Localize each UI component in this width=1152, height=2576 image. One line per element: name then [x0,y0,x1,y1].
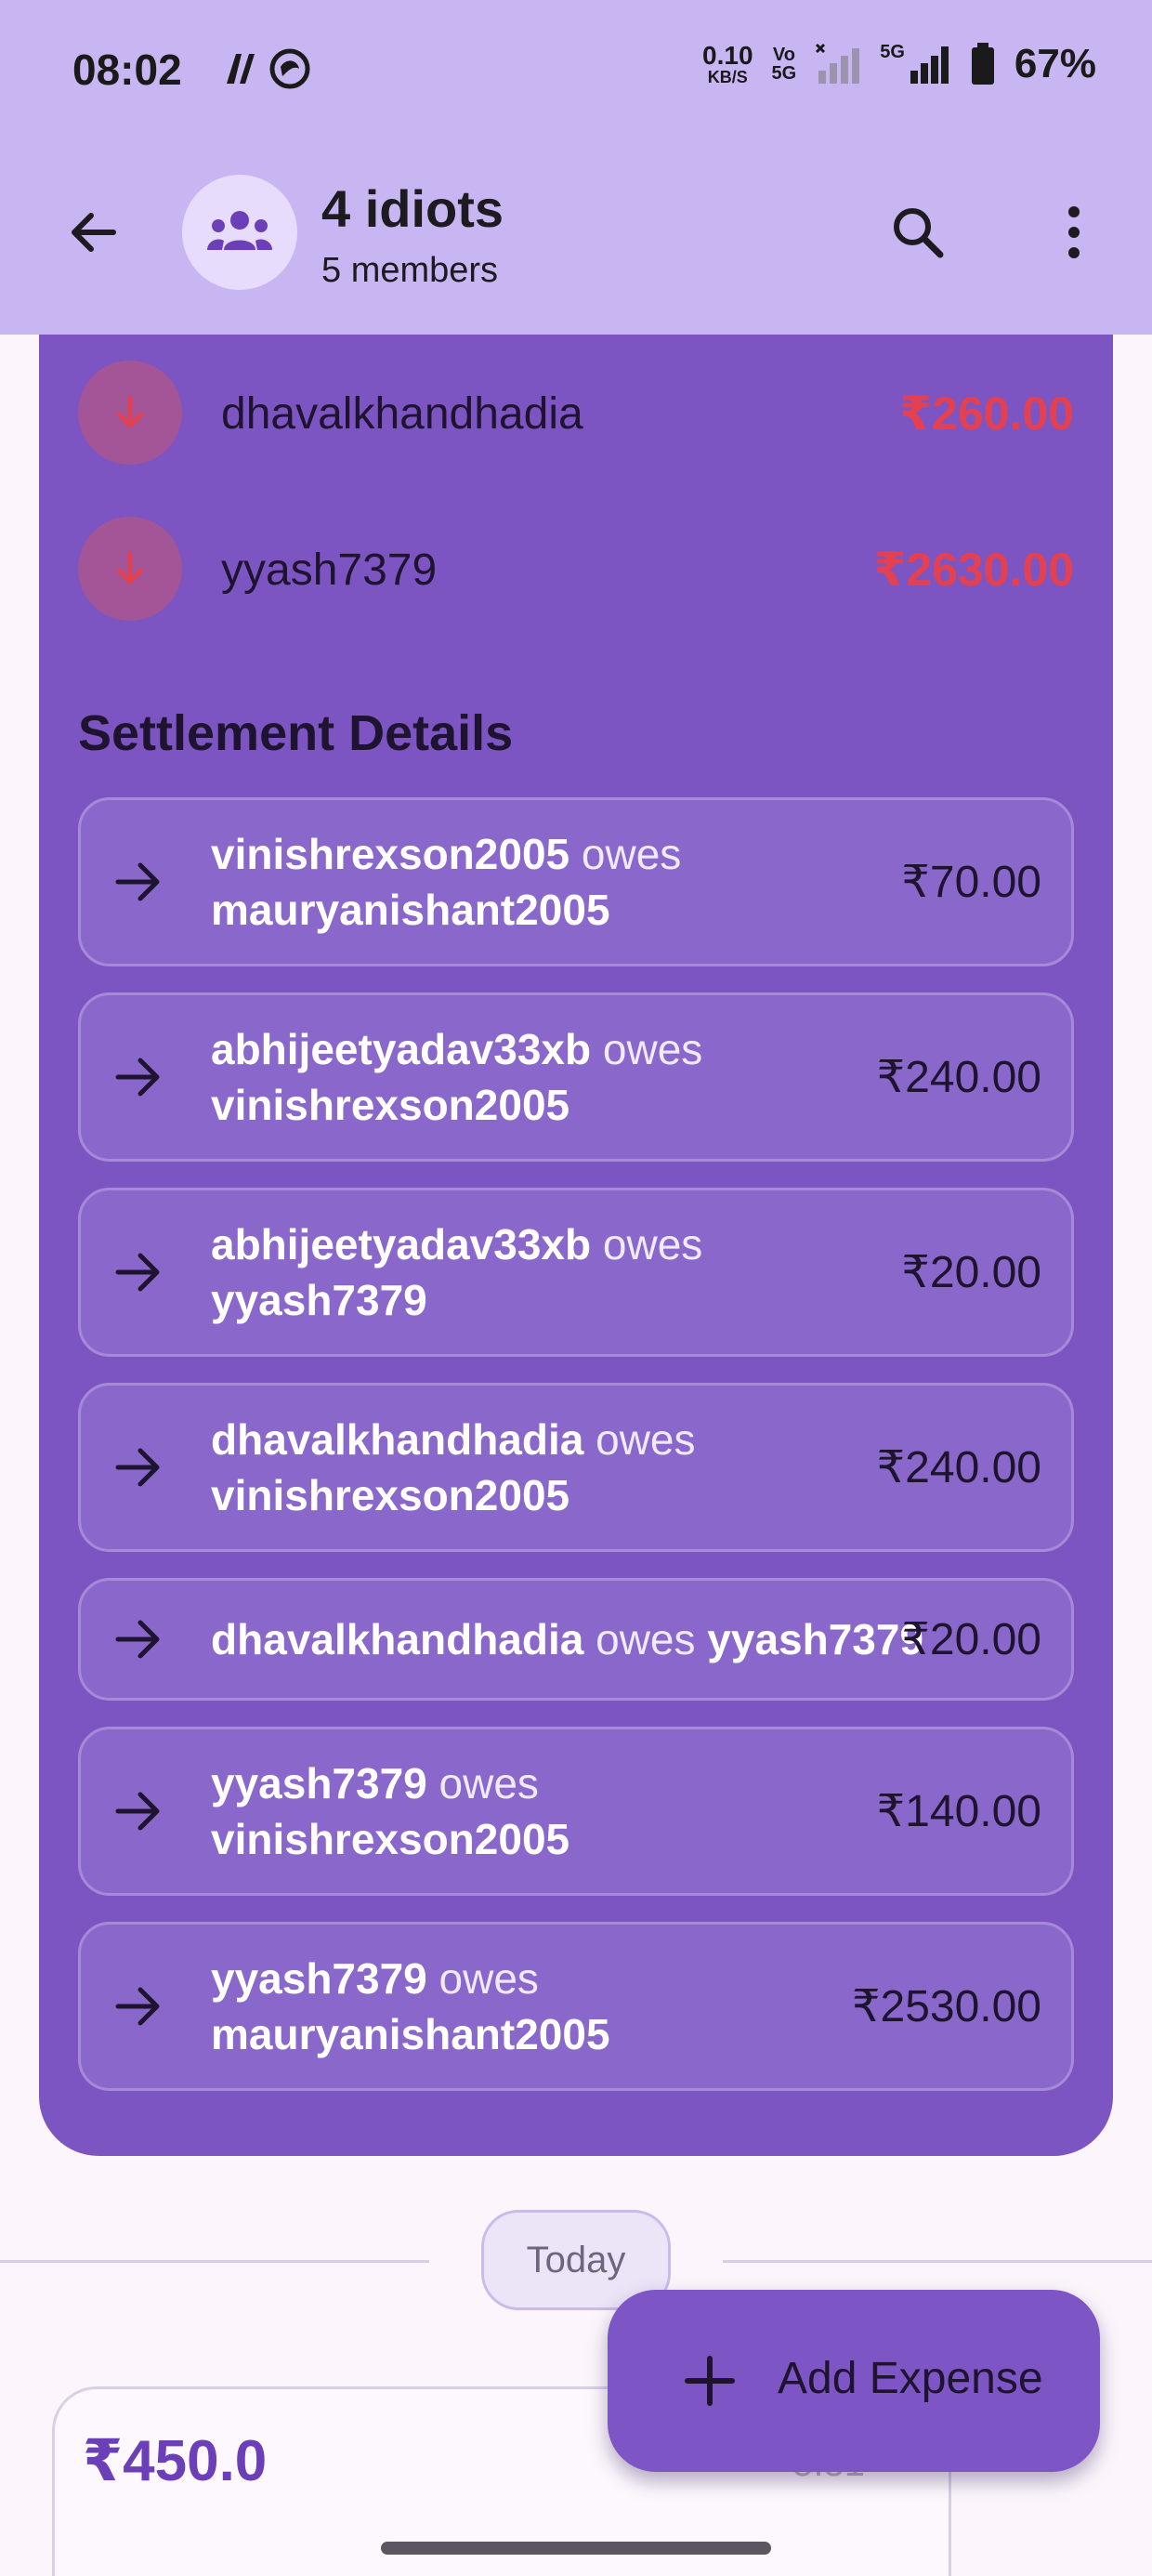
debtor-name: yyash7379 [211,1759,427,1807]
member-name: dhavalkhandhadia [221,389,583,439]
add-expense-label: Add Expense [778,2354,1043,2403]
signal-strong-icon [910,46,949,84]
owes-label: owes [439,1759,539,1807]
settlement-amount: ₹20.00 [901,1615,1041,1664]
owes-label: owes [602,1025,703,1073]
status-time: 08:02 [72,46,182,94]
arrow-forward-icon [115,1058,160,1097]
settlement-text: abhijeetyadav33xb owes yyash7379 [211,1216,917,1328]
plus-icon [685,2356,735,2406]
creditor-name: vinishrexson2005 [211,1471,570,1519]
arrow-forward-icon [115,1620,160,1659]
back-button[interactable] [56,195,130,269]
status-indicators: 0.10 KB/S Vo 5G 5G 67% [702,41,1096,87]
owes-label: owes [439,1954,539,2003]
battery-icon [971,43,994,85]
settlement-text: yyash7379 owes vinishrexson2005 [211,1755,917,1867]
gesture-navigation-bar[interactable] [381,2542,771,2555]
battery-percent: 67% [1014,41,1096,86]
group-icon [207,211,272,250]
owes-label: owes [581,830,682,878]
balance-row: yyash7379 ₹2630.00 [39,513,1113,624]
settlement-item[interactable]: abhijeetyadav33xb owes vinishrexson2005 … [78,992,1074,1162]
settlement-amount: ₹240.00 [876,1443,1041,1492]
creditor-name: yyash7379 [707,1615,924,1663]
balances-card: dhavalkhandhadia ₹260.00 yyash7379 ₹2630… [39,279,1113,2156]
arrow-forward-icon [115,1253,160,1292]
more-vert-icon [1068,206,1080,258]
settlement-text: vinishrexson2005 owes mauryanishant2005 [211,826,917,938]
debtor-name: abhijeetyadav33xb [211,1220,592,1268]
owes-label: owes [596,1415,696,1464]
member-balance: ₹260.00 [899,388,1074,440]
settlement-text: yyash7379 owes mauryanishant2005 [211,1951,917,2062]
settlement-item[interactable]: dhavalkhandhadia owes yyash7379 ₹20.00 [78,1578,1074,1701]
settlement-details-title: Settlement Details [78,705,514,761]
settlement-item[interactable]: abhijeetyadav33xb owes yyash7379 ₹20.00 [78,1188,1074,1357]
settlement-amount: ₹2530.00 [851,1982,1041,2031]
nfc-icon [227,54,255,84]
debtor-name: dhavalkhandhadia [211,1415,584,1464]
member-balance: ₹2630.00 [873,544,1074,596]
settlement-text: dhavalkhandhadia owes yyash7379 [211,1611,954,1667]
settlement-item[interactable]: yyash7379 owes vinishrexson2005 ₹140.00 [78,1727,1074,1896]
divider-line-left [0,2260,429,2263]
expense-amount: ₹450.0 [83,2429,268,2493]
arrow-back-icon [72,213,116,252]
arrow-down-icon [116,551,144,585]
net-speed: 0.10 KB/S [702,41,753,86]
group-avatar[interactable] [182,175,297,290]
creditor-name: mauryanishant2005 [211,2010,610,2058]
debtor-name: abhijeetyadav33xb [211,1025,592,1073]
debtor-name: vinishrexson2005 [211,830,570,878]
search-icon [894,208,944,258]
creditor-name: yyash7379 [211,1276,427,1324]
creditor-name: mauryanishant2005 [211,886,610,934]
settlement-item[interactable]: yyash7379 owes mauryanishant2005 ₹2530.0… [78,1922,1074,2091]
member-name: yyash7379 [221,545,438,595]
owes-label: owes [602,1220,703,1268]
arrow-down-icon [116,395,144,428]
more-options-button[interactable] [1037,195,1111,269]
settlement-text: dhavalkhandhadia owes vinishrexson2005 [211,1412,917,1523]
arrow-forward-icon [115,1792,160,1831]
creditor-name: vinishrexson2005 [211,1081,570,1129]
arrow-forward-icon [115,862,160,901]
debtor-name: dhavalkhandhadia [211,1615,584,1663]
settlement-item[interactable]: vinishrexson2005 owes mauryanishant2005 … [78,797,1074,966]
divider-line-right [723,2260,1152,2263]
arrow-forward-icon [115,1987,160,2026]
owes-indicator [78,517,182,621]
signal-5g-indicator: 5G [880,43,951,85]
search-button[interactable] [881,195,955,269]
owes-indicator [78,361,182,465]
creditor-name: vinishrexson2005 [211,1815,570,1863]
group-title[interactable]: 4 idiots [321,178,504,239]
volte-indicator: Vo 5G [771,45,797,84]
settlement-amount: ₹140.00 [876,1787,1041,1836]
balance-row: dhavalkhandhadia ₹260.00 [39,357,1113,468]
settlement-amount: ₹20.00 [901,1248,1041,1297]
settlement-amount: ₹240.00 [876,1053,1041,1102]
owes-label: owes [596,1615,696,1663]
add-expense-button[interactable]: Add Expense [608,2290,1100,2472]
settlement-amount: ₹70.00 [901,858,1041,907]
debtor-name: yyash7379 [211,1954,427,2003]
app-notification-icon [269,48,310,89]
group-member-count: 5 members [321,251,499,290]
arrow-forward-icon [115,1448,160,1487]
signal-weak-icon [816,43,860,84]
top-app-bar: 08:02 0.10 KB/S Vo 5G 5G 67% 4 idiots 5 … [0,0,1152,335]
settlement-text: abhijeetyadav33xb owes vinishrexson2005 [211,1021,917,1133]
settlement-item[interactable]: dhavalkhandhadia owes vinishrexson2005 ₹… [78,1383,1074,1552]
